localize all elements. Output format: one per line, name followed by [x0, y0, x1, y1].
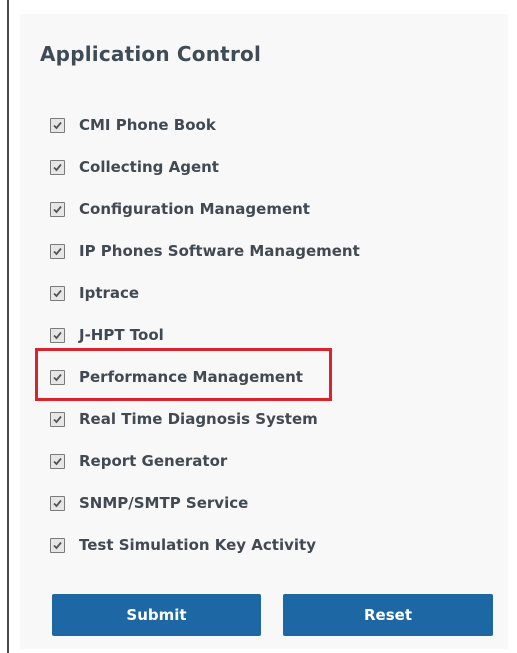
application-label: CMI Phone Book: [79, 116, 216, 134]
submit-button[interactable]: Submit: [52, 594, 261, 636]
application-label: SNMP/SMTP Service: [79, 494, 249, 512]
application-item-ip-phones-software-management[interactable]: IP Phones Software Management: [50, 230, 360, 272]
checked-checkbox-icon[interactable]: [50, 495, 65, 511]
application-item-report-generator[interactable]: Report Generator: [50, 440, 360, 482]
application-control-page: Application Control CMI Phone Book Colle…: [0, 0, 517, 653]
application-item-snmp-smtp-service[interactable]: SNMP/SMTP Service: [50, 482, 360, 524]
application-label: Report Generator: [79, 452, 228, 470]
checked-checkbox-icon[interactable]: [50, 159, 65, 175]
checked-checkbox-icon[interactable]: [50, 369, 65, 385]
application-item-test-simulation-key-activity[interactable]: Test Simulation Key Activity: [50, 524, 360, 566]
application-item-performance-management[interactable]: Performance Management: [50, 356, 360, 398]
application-label: Test Simulation Key Activity: [79, 536, 316, 554]
application-item-iptrace[interactable]: Iptrace: [50, 272, 360, 314]
page-title: Application Control: [40, 42, 262, 66]
application-label: Real Time Diagnosis System: [79, 410, 318, 428]
application-item-real-time-diagnosis-system[interactable]: Real Time Diagnosis System: [50, 398, 360, 440]
checked-checkbox-icon[interactable]: [50, 327, 65, 343]
application-item-configuration-management[interactable]: Configuration Management: [50, 188, 360, 230]
checked-checkbox-icon[interactable]: [50, 243, 65, 259]
checked-checkbox-icon[interactable]: [50, 537, 65, 553]
application-label: Collecting Agent: [79, 158, 219, 176]
checked-checkbox-icon[interactable]: [50, 201, 65, 217]
application-label: Iptrace: [79, 284, 140, 302]
checked-checkbox-icon[interactable]: [50, 411, 65, 427]
application-label: Performance Management: [79, 368, 303, 386]
checked-checkbox-icon[interactable]: [50, 285, 65, 301]
reset-button[interactable]: Reset: [283, 594, 493, 636]
application-list: CMI Phone Book Collecting Agent Configur…: [50, 104, 360, 566]
application-item-collecting-agent[interactable]: Collecting Agent: [50, 146, 360, 188]
application-label: J-HPT Tool: [79, 326, 164, 344]
left-border-line: [7, 0, 9, 653]
checked-checkbox-icon[interactable]: [50, 117, 65, 133]
application-item-j-hpt-tool[interactable]: J-HPT Tool: [50, 314, 360, 356]
checked-checkbox-icon[interactable]: [50, 453, 65, 469]
application-item-cmi-phone-book[interactable]: CMI Phone Book: [50, 104, 360, 146]
application-label: Configuration Management: [79, 200, 310, 218]
application-label: IP Phones Software Management: [79, 242, 360, 260]
